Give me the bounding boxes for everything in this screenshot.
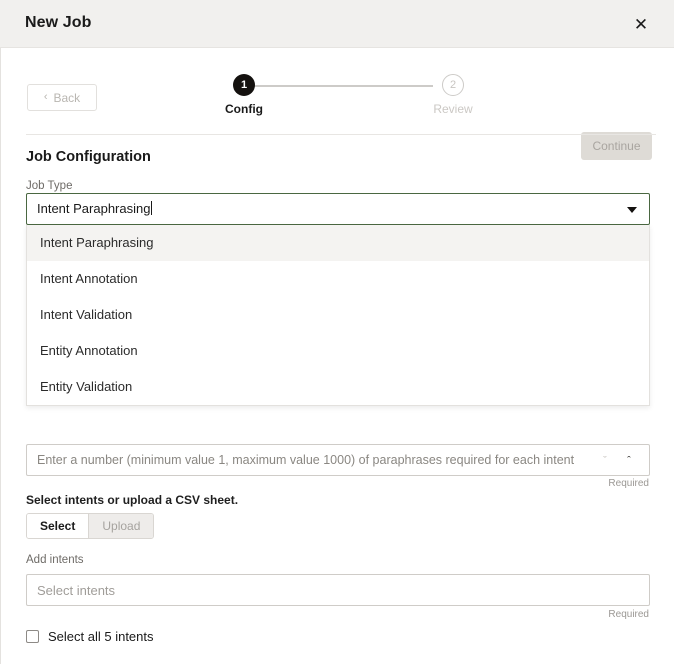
new-job-modal: New Job ✕ ‹ Back 1 Config 2 Review Con (0, 0, 674, 664)
intent-source-helper-text: Select intents or upload a CSV sheet. (26, 493, 238, 507)
job-type-dropdown-list: Intent Paraphrasing Intent Annotation In… (26, 225, 650, 406)
step-indicator: 1 Config 2 Review (206, 74, 471, 124)
page-title: New Job (25, 14, 92, 32)
dropdown-option-intent-paraphrasing[interactable]: Intent Paraphrasing (27, 225, 649, 261)
modal-header: New Job ✕ (0, 0, 674, 48)
continue-button[interactable]: Continue (581, 132, 652, 160)
wizard-stepper-row: ‹ Back 1 Config 2 Review Continue (1, 48, 674, 126)
step-label-review: Review (423, 102, 483, 116)
modal-body: ‹ Back 1 Config 2 Review Continue Job Co… (0, 48, 674, 664)
select-all-intents-row[interactable]: Select all 5 intents (26, 629, 154, 644)
close-icon[interactable]: ✕ (630, 13, 652, 35)
select-intents-tab[interactable]: Select (27, 514, 88, 538)
paraphrase-count-required-note: Required (608, 478, 649, 489)
text-caret (151, 201, 152, 215)
select-all-intents-label: Select all 5 intents (48, 629, 154, 644)
step-node-review[interactable]: 2 Review (423, 74, 483, 116)
dropdown-option-entity-validation[interactable]: Entity Validation (27, 369, 649, 405)
dropdown-option-intent-annotation[interactable]: Intent Annotation (27, 261, 649, 297)
spinner-down-icon[interactable]: ˇ (599, 455, 611, 467)
paraphrase-count-placeholder: Enter a number (minimum value 1, maximum… (37, 453, 574, 467)
select-all-intents-checkbox[interactable] (26, 630, 39, 643)
dropdown-option-entity-annotation[interactable]: Entity Annotation (27, 333, 649, 369)
back-button-label: Back (53, 91, 80, 105)
chevron-down-icon (627, 207, 637, 213)
upload-csv-tab[interactable]: Upload (88, 514, 153, 538)
step-circle-1: 1 (233, 74, 255, 96)
paraphrase-count-input[interactable]: Enter a number (minimum value 1, maximum… (26, 444, 650, 476)
step-circle-2: 2 (442, 74, 464, 96)
chevron-left-icon: ‹ (44, 92, 48, 103)
step-node-config[interactable]: 1 Config (214, 74, 274, 116)
back-button[interactable]: ‹ Back (27, 84, 97, 111)
job-type-select[interactable]: Intent Paraphrasing (26, 193, 650, 225)
add-intents-placeholder: Select intents (37, 583, 115, 598)
section-title-job-configuration: Job Configuration (26, 149, 151, 165)
job-type-value: Intent Paraphrasing (37, 201, 152, 216)
intent-source-toggle: Select Upload (26, 513, 154, 539)
job-type-label: Job Type (26, 180, 72, 192)
spinner-up-icon[interactable]: ˆ (623, 455, 635, 467)
step-label-config: Config (214, 102, 274, 116)
add-intents-input[interactable]: Select intents (26, 574, 650, 606)
dropdown-option-intent-validation[interactable]: Intent Validation (27, 297, 649, 333)
add-intents-label: Add intents (26, 554, 84, 566)
header-divider (26, 134, 656, 135)
add-intents-required-note: Required (608, 609, 649, 620)
